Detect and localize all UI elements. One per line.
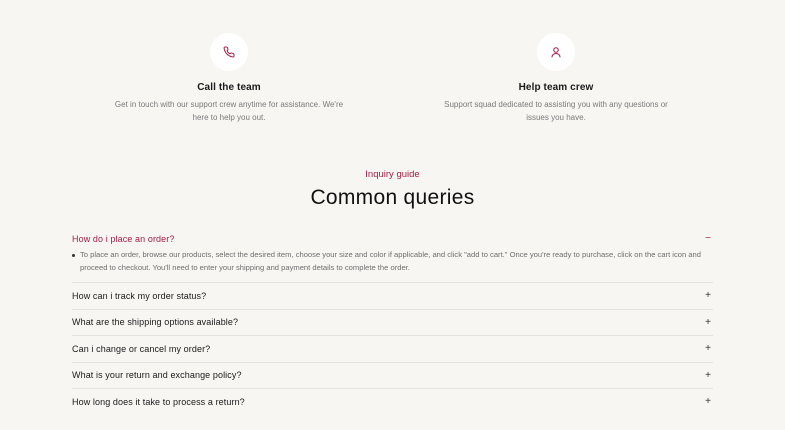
faq-question-button[interactable]: How do i place an order? − bbox=[72, 229, 713, 248]
faq-question-button[interactable]: Can i change or cancel my order? + bbox=[72, 336, 713, 362]
phone-icon bbox=[223, 46, 235, 58]
contact-card-call: Call the team Get in touch with our supp… bbox=[109, 33, 349, 124]
faq-question-text: How long does it take to process a retur… bbox=[72, 396, 245, 407]
faq-item: What is your return and exchange policy?… bbox=[72, 363, 713, 389]
user-icon-circle bbox=[537, 33, 575, 71]
faq-question-text: Can i change or cancel my order? bbox=[72, 343, 211, 354]
contact-card-title: Call the team bbox=[197, 82, 261, 93]
faq-question-text: How can i track my order status? bbox=[72, 290, 207, 301]
faq-item: Can i change or cancel my order? + bbox=[72, 336, 713, 363]
plus-icon[interactable]: + bbox=[703, 290, 713, 301]
contact-card-help: Help team crew Support squad dedicated t… bbox=[436, 33, 676, 124]
user-icon bbox=[551, 47, 561, 58]
faq-question-text: What is your return and exchange policy? bbox=[72, 370, 242, 381]
page-title: Common queries bbox=[310, 186, 475, 209]
faq-item: How can i track my order status? + bbox=[72, 283, 713, 310]
faq-question-button[interactable]: What are the shipping options available?… bbox=[72, 310, 713, 336]
faq-question-button[interactable]: How long does it take to process a retur… bbox=[72, 389, 713, 415]
section-eyebrow: Inquiry guide bbox=[365, 169, 420, 180]
minus-icon[interactable]: − bbox=[703, 233, 713, 244]
contact-card-description: Get in touch with our support crew anyti… bbox=[114, 100, 344, 122]
contact-card-description: Support squad dedicated to assisting you… bbox=[444, 100, 668, 122]
faq-item: How do i place an order? − To place an o… bbox=[72, 229, 713, 283]
faq-question-button[interactable]: How can i track my order status? + bbox=[72, 283, 713, 309]
plus-icon[interactable]: + bbox=[703, 396, 713, 407]
phone-icon-circle bbox=[210, 33, 248, 71]
faq-answer-text: To place an order, browse our products, … bbox=[80, 250, 701, 272]
faq-question-button[interactable]: What is your return and exchange policy?… bbox=[72, 363, 713, 389]
plus-icon[interactable]: + bbox=[703, 343, 713, 354]
contact-card-title: Help team crew bbox=[518, 82, 594, 93]
plus-icon[interactable]: + bbox=[703, 317, 713, 328]
bullet-icon bbox=[72, 254, 75, 257]
faq-item: What are the shipping options available?… bbox=[72, 310, 713, 336]
plus-icon[interactable]: + bbox=[703, 370, 713, 381]
faq-item: How long does it take to process a retur… bbox=[72, 389, 713, 415]
faq-list: How do i place an order? − To place an o… bbox=[72, 229, 713, 415]
faq-question-text: How do i place an order? bbox=[72, 233, 175, 244]
faq-question-text: What are the shipping options available? bbox=[72, 317, 239, 328]
faq-answer: To place an order, browse our products, … bbox=[72, 248, 713, 282]
